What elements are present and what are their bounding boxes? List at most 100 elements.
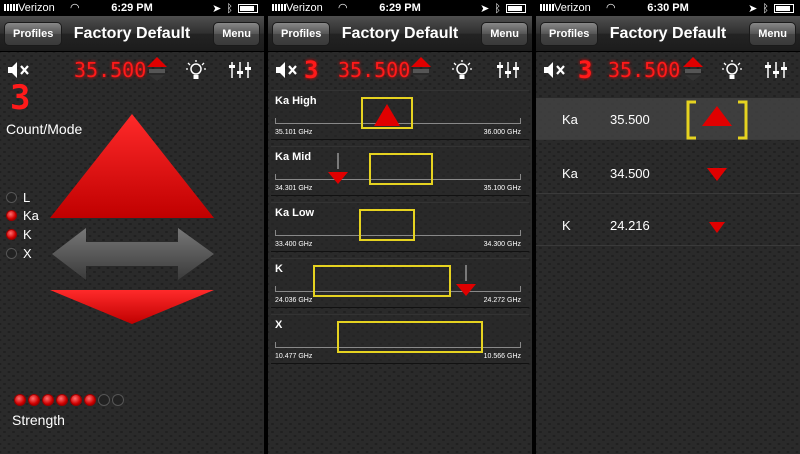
band-row-ka-low[interactable]: Ka Low 33.400 GHz 34.300 GHz [271, 202, 529, 252]
nav-bar: Profiles Factory Default Menu [536, 16, 800, 52]
location-icon: ➤ [748, 3, 758, 15]
strength-dot [42, 394, 54, 406]
nav-bar: Profiles Factory Default Menu [0, 16, 264, 52]
bulb-icon[interactable] [452, 60, 472, 82]
alert-up-icon [686, 100, 748, 140]
alert-row[interactable]: Ka 34.500 [536, 152, 800, 194]
band-label-k: K [23, 227, 32, 242]
alert-down-icon [709, 222, 725, 233]
band-low-freq: 34.301 GHz [275, 185, 313, 192]
count-digit: 3 [578, 56, 593, 84]
band-row-x[interactable]: X 10.477 GHz 10.566 GHz [271, 314, 529, 364]
battery-icon [774, 4, 794, 13]
frequency-display: 35.500 [74, 58, 147, 82]
frequency-display: 35.500 [608, 58, 681, 82]
count-digit: 3 [10, 78, 31, 118]
band-high-freq: 34.300 GHz [483, 241, 521, 248]
alert-row[interactable]: Ka 35.500 [536, 98, 800, 140]
band-low-freq: 35.101 GHz [275, 129, 313, 136]
band-name: Ka High [275, 95, 317, 107]
speaker-mute-icon[interactable] [6, 60, 30, 80]
direction-up-icon [147, 57, 167, 81]
band-window[interactable] [337, 321, 483, 353]
band-dot-k [6, 229, 17, 240]
bulb-icon[interactable] [186, 60, 206, 82]
band-row-k[interactable]: K 24.036 GHz 24.272 GHz [271, 258, 529, 308]
alert-frequency: 34.500 [610, 166, 650, 181]
alert-down-icon [328, 153, 348, 184]
status-bar: Verizon ◠ 6:29 PM ➤ ᛒ [0, 0, 264, 16]
band-window[interactable] [313, 265, 451, 297]
status-bar: Verizon ◠ 6:30 PM ➤ ᛒ [536, 0, 800, 16]
sliders-icon[interactable] [764, 60, 788, 80]
strength-dot [112, 394, 124, 406]
speaker-mute-icon[interactable] [542, 60, 566, 80]
band-window[interactable] [369, 153, 433, 185]
front-arrow-icon [50, 114, 214, 218]
menu-button[interactable]: Menu [213, 22, 260, 46]
menu-button[interactable]: Menu [749, 22, 796, 46]
strength-label: Strength [12, 412, 65, 428]
alert-band: K [562, 218, 571, 233]
direction-up-icon [683, 57, 703, 81]
strength-dot [28, 394, 40, 406]
status-bar: Verizon ◠ 6:29 PM ➤ ᛒ [268, 0, 532, 16]
battery-icon [238, 4, 258, 13]
strength-dot [84, 394, 96, 406]
alert-row[interactable]: K 24.216 [536, 204, 800, 246]
bulb-icon[interactable] [722, 60, 742, 82]
band-indicator-k: K [6, 227, 32, 242]
rear-arrow-icon [50, 290, 214, 324]
band-row-ka-high[interactable]: Ka High 35.101 GHz 36.000 GHz [271, 90, 529, 140]
alert-band: Ka [562, 166, 578, 181]
alert-down-icon [456, 265, 476, 296]
strength-meter [14, 394, 124, 406]
side-arrow-icon [52, 228, 214, 280]
strength-dot [56, 394, 68, 406]
band-high-freq: 35.100 GHz [483, 185, 521, 192]
band-high-freq: 10.566 GHz [483, 353, 521, 360]
location-icon: ➤ [212, 3, 222, 15]
band-name: Ka Mid [275, 151, 312, 163]
nav-bar: Profiles Factory Default Menu [268, 16, 532, 52]
bluetooth-icon: ᛒ [762, 2, 769, 15]
band-label-ka: Ka [23, 208, 39, 223]
band-low-freq: 24.036 GHz [275, 297, 313, 304]
band-name: X [275, 319, 283, 331]
band-dot-ka [6, 210, 17, 221]
alert-up-icon [374, 104, 400, 126]
band-high-freq: 36.000 GHz [483, 129, 521, 136]
sliders-icon[interactable] [228, 60, 252, 80]
count-digit: 3 [304, 56, 319, 84]
menu-button[interactable]: Menu [481, 22, 528, 46]
toolbar: 3 35.500 [536, 52, 800, 88]
band-label-l: L [23, 190, 31, 205]
band-indicator-ka: Ka [6, 208, 39, 223]
band-low-freq: 33.400 GHz [275, 241, 313, 248]
sliders-icon[interactable] [496, 60, 520, 80]
alert-band: Ka [562, 112, 578, 127]
toolbar: 35.500 [0, 52, 264, 88]
location-icon: ➤ [480, 3, 490, 15]
alert-frequency: 35.500 [610, 112, 650, 127]
strength-dot [98, 394, 110, 406]
strength-dot [14, 394, 26, 406]
band-name: Ka Low [275, 207, 315, 219]
phone-screen-main: Verizon ◠ 6:29 PM ➤ ᛒ Profiles Factory De… [0, 0, 264, 454]
band-high-freq: 24.272 GHz [483, 297, 521, 304]
direction-up-icon [411, 57, 431, 81]
toolbar: 3 35.500 [268, 52, 532, 88]
strength-dot [70, 394, 82, 406]
band-low-freq: 10.477 GHz [275, 353, 313, 360]
speaker-mute-icon[interactable] [274, 60, 298, 80]
band-window[interactable] [359, 209, 415, 241]
direction-arrows [50, 114, 214, 324]
band-indicator-l: L [6, 190, 30, 205]
band-dot-x [6, 248, 17, 259]
band-name: K [275, 263, 283, 275]
alert-down-icon [707, 168, 727, 181]
phone-screen-bands: Verizon ◠ 6:29 PM ➤ ᛒ Profiles Factory De… [268, 0, 532, 454]
band-indicator-x: X [6, 246, 32, 261]
band-row-ka-mid[interactable]: Ka Mid 34.301 GHz 35.100 GHz [271, 146, 529, 196]
alert-frequency: 24.216 [610, 218, 650, 233]
